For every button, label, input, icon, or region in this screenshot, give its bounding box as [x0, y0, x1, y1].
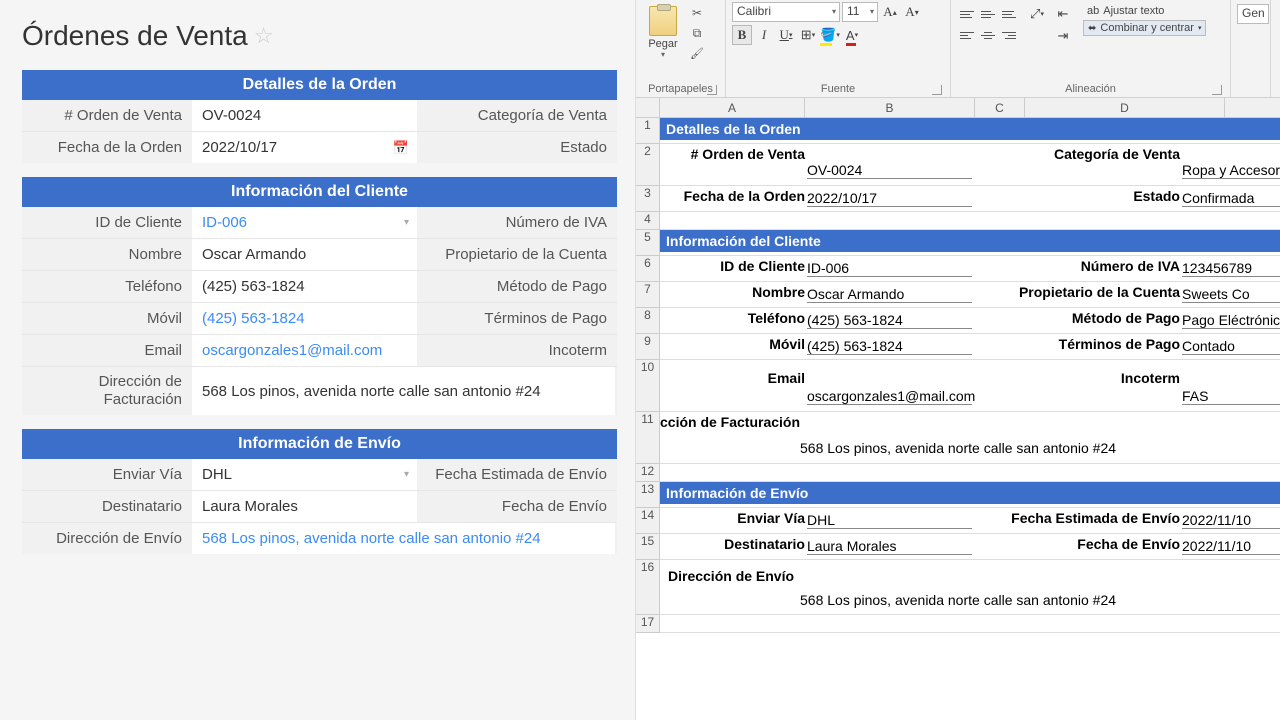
value-via[interactable]: DHL ▾: [192, 459, 417, 490]
xl-section-ship: Información de Envío: [660, 482, 1280, 504]
align-right-button[interactable]: [999, 25, 1019, 45]
section-client: Información del Cliente ID de Cliente ID…: [22, 177, 617, 415]
label-terms: Términos de Pago: [417, 303, 617, 334]
dialog-launcher-icon[interactable]: [932, 85, 942, 95]
ribbon: Pegar ▾ Portapapeles Calibri▾ 11▾ A▴ A▾: [636, 0, 1280, 98]
page-title-text: Órdenes de Venta: [22, 20, 248, 52]
number-format-select[interactable]: Gen: [1237, 4, 1269, 24]
cut-button[interactable]: [688, 4, 706, 22]
ribbon-group-font: Calibri▾ 11▾ A▴ A▾ B I U▾ ⊞▾ 🪣▾ A▾ Fuent…: [726, 0, 951, 97]
value-recip[interactable]: Laura Morales: [192, 491, 417, 522]
label-client-id: ID de Cliente: [22, 207, 192, 238]
col-header-b[interactable]: B: [805, 98, 975, 117]
label-payment: Método de Pago: [417, 271, 617, 302]
form-panel: Órdenes de Venta ☆ Detalles de la Orden …: [0, 0, 635, 720]
value-mobile[interactable]: (425) 563-1824: [192, 303, 417, 334]
fill-color-button[interactable]: 🪣▾: [820, 25, 840, 45]
chevron-down-icon[interactable]: ▾: [404, 469, 409, 480]
label-name: Nombre: [22, 239, 192, 270]
section-header-ship: Información de Envío: [22, 429, 617, 459]
font-name-select[interactable]: Calibri▾: [732, 2, 840, 22]
column-headers: A B C D: [636, 98, 1280, 118]
borders-button[interactable]: ⊞▾: [798, 25, 818, 45]
font-size-select[interactable]: 11▾: [842, 2, 878, 22]
label-actual: Fecha de Envío: [417, 491, 617, 522]
label-mobile: Móvil: [22, 303, 192, 334]
value-so[interactable]: OV-0024: [192, 100, 417, 131]
align-middle-button[interactable]: [978, 4, 998, 24]
decrease-font-button[interactable]: A▾: [902, 2, 922, 22]
label-email: Email: [22, 335, 192, 366]
label-shipaddr: Dirección de Envío: [22, 523, 192, 554]
col-header-c[interactable]: C: [975, 98, 1025, 117]
label-via: Enviar Vía: [22, 459, 192, 490]
align-bottom-button[interactable]: [999, 4, 1019, 24]
orientation-button[interactable]: ⤢▾: [1027, 4, 1047, 24]
wrap-text-button[interactable]: abAjustar texto: [1083, 4, 1206, 18]
label-category: Categoría de Venta: [417, 100, 617, 131]
xl-section-client: Información del Cliente: [660, 230, 1280, 252]
align-center-button[interactable]: [978, 25, 998, 45]
align-buttons: [957, 4, 1019, 45]
paste-icon: [649, 6, 677, 36]
label-date: Fecha de la Orden: [22, 132, 192, 163]
value-date[interactable]: 2022/10/17 📅: [192, 132, 417, 163]
copy-button[interactable]: [688, 24, 706, 42]
spreadsheet-panel: Pegar ▾ Portapapeles Calibri▾ 11▾ A▴ A▾: [635, 0, 1280, 720]
col-header-a[interactable]: A: [660, 98, 805, 117]
paste-button[interactable]: Pegar ▾: [642, 4, 684, 59]
label-billaddr: Dirección deFacturación: [22, 367, 192, 415]
section-header-client: Información del Cliente: [22, 177, 617, 207]
col-header-d[interactable]: D: [1025, 98, 1225, 117]
ribbon-group-title: Alineación: [957, 81, 1224, 97]
increase-indent-button[interactable]: ⇥: [1053, 26, 1073, 46]
value-billaddr[interactable]: 568 Los pinos, avenida norte calle san a…: [192, 367, 615, 415]
bold-button[interactable]: B: [732, 25, 752, 45]
italic-button[interactable]: I: [754, 25, 774, 45]
value-name[interactable]: Oscar Armando: [192, 239, 417, 270]
merge-center-button[interactable]: ⬌Combinar y centrar▾: [1083, 20, 1206, 36]
chevron-down-icon[interactable]: ▾: [404, 217, 409, 228]
page-title: Órdenes de Venta ☆: [22, 20, 617, 52]
value-phone[interactable]: (425) 563-1824: [192, 271, 417, 302]
sheet-grid[interactable]: 1 2 3 4 5 6 7 8 9 10 11 12 13 14 15 16 1…: [636, 118, 1280, 720]
value-shipaddr[interactable]: 568 Los pinos, avenida norte calle san a…: [192, 523, 615, 554]
label-owner: Propietario de la Cuenta: [417, 239, 617, 270]
dialog-launcher-icon[interactable]: [1212, 85, 1222, 95]
label-so: # Orden de Venta: [22, 100, 192, 131]
label-est: Fecha Estimada de Envío: [417, 459, 617, 490]
ribbon-group-number: Gen: [1231, 0, 1271, 97]
label-phone: Teléfono: [22, 271, 192, 302]
section-order: Detalles de la Orden # Orden de Venta OV…: [22, 70, 617, 163]
label-incoterm: Incoterm: [417, 335, 617, 366]
row-headers: 1 2 3 4 5 6 7 8 9 10 11 12 13 14 15 16 1…: [636, 118, 660, 720]
label-vat: Número de IVA: [417, 207, 617, 238]
section-ship: Información de Envío Enviar Vía DHL ▾ Fe…: [22, 429, 617, 554]
label-status: Estado: [417, 132, 617, 163]
calendar-icon[interactable]: 📅: [393, 140, 409, 156]
section-header-order: Detalles de la Orden: [22, 70, 617, 100]
ribbon-group-align: ⤢▾ ⇤ ⇥ abAjustar texto ⬌Combinar y centr…: [951, 0, 1231, 97]
ribbon-group-title: Portapapeles: [642, 81, 719, 97]
ribbon-group-title: Fuente: [732, 81, 944, 97]
decrease-indent-button[interactable]: ⇤: [1053, 4, 1073, 24]
ribbon-group-clipboard: Pegar ▾ Portapapeles: [636, 0, 726, 97]
label-recip: Destinatario: [22, 491, 192, 522]
underline-button[interactable]: U▾: [776, 25, 796, 45]
value-email[interactable]: oscargonzales1@mail.com: [192, 335, 417, 366]
align-top-button[interactable]: [957, 4, 977, 24]
dialog-launcher-icon[interactable]: [707, 85, 717, 95]
format-painter-button[interactable]: [688, 44, 706, 62]
font-color-button[interactable]: A▾: [842, 25, 862, 45]
favorite-star-icon[interactable]: ☆: [254, 23, 274, 49]
value-client-id[interactable]: ID-006 ▾: [192, 207, 417, 238]
increase-font-button[interactable]: A▴: [880, 2, 900, 22]
align-left-button[interactable]: [957, 25, 977, 45]
xl-section-order: Detalles de la Orden: [660, 118, 1280, 140]
